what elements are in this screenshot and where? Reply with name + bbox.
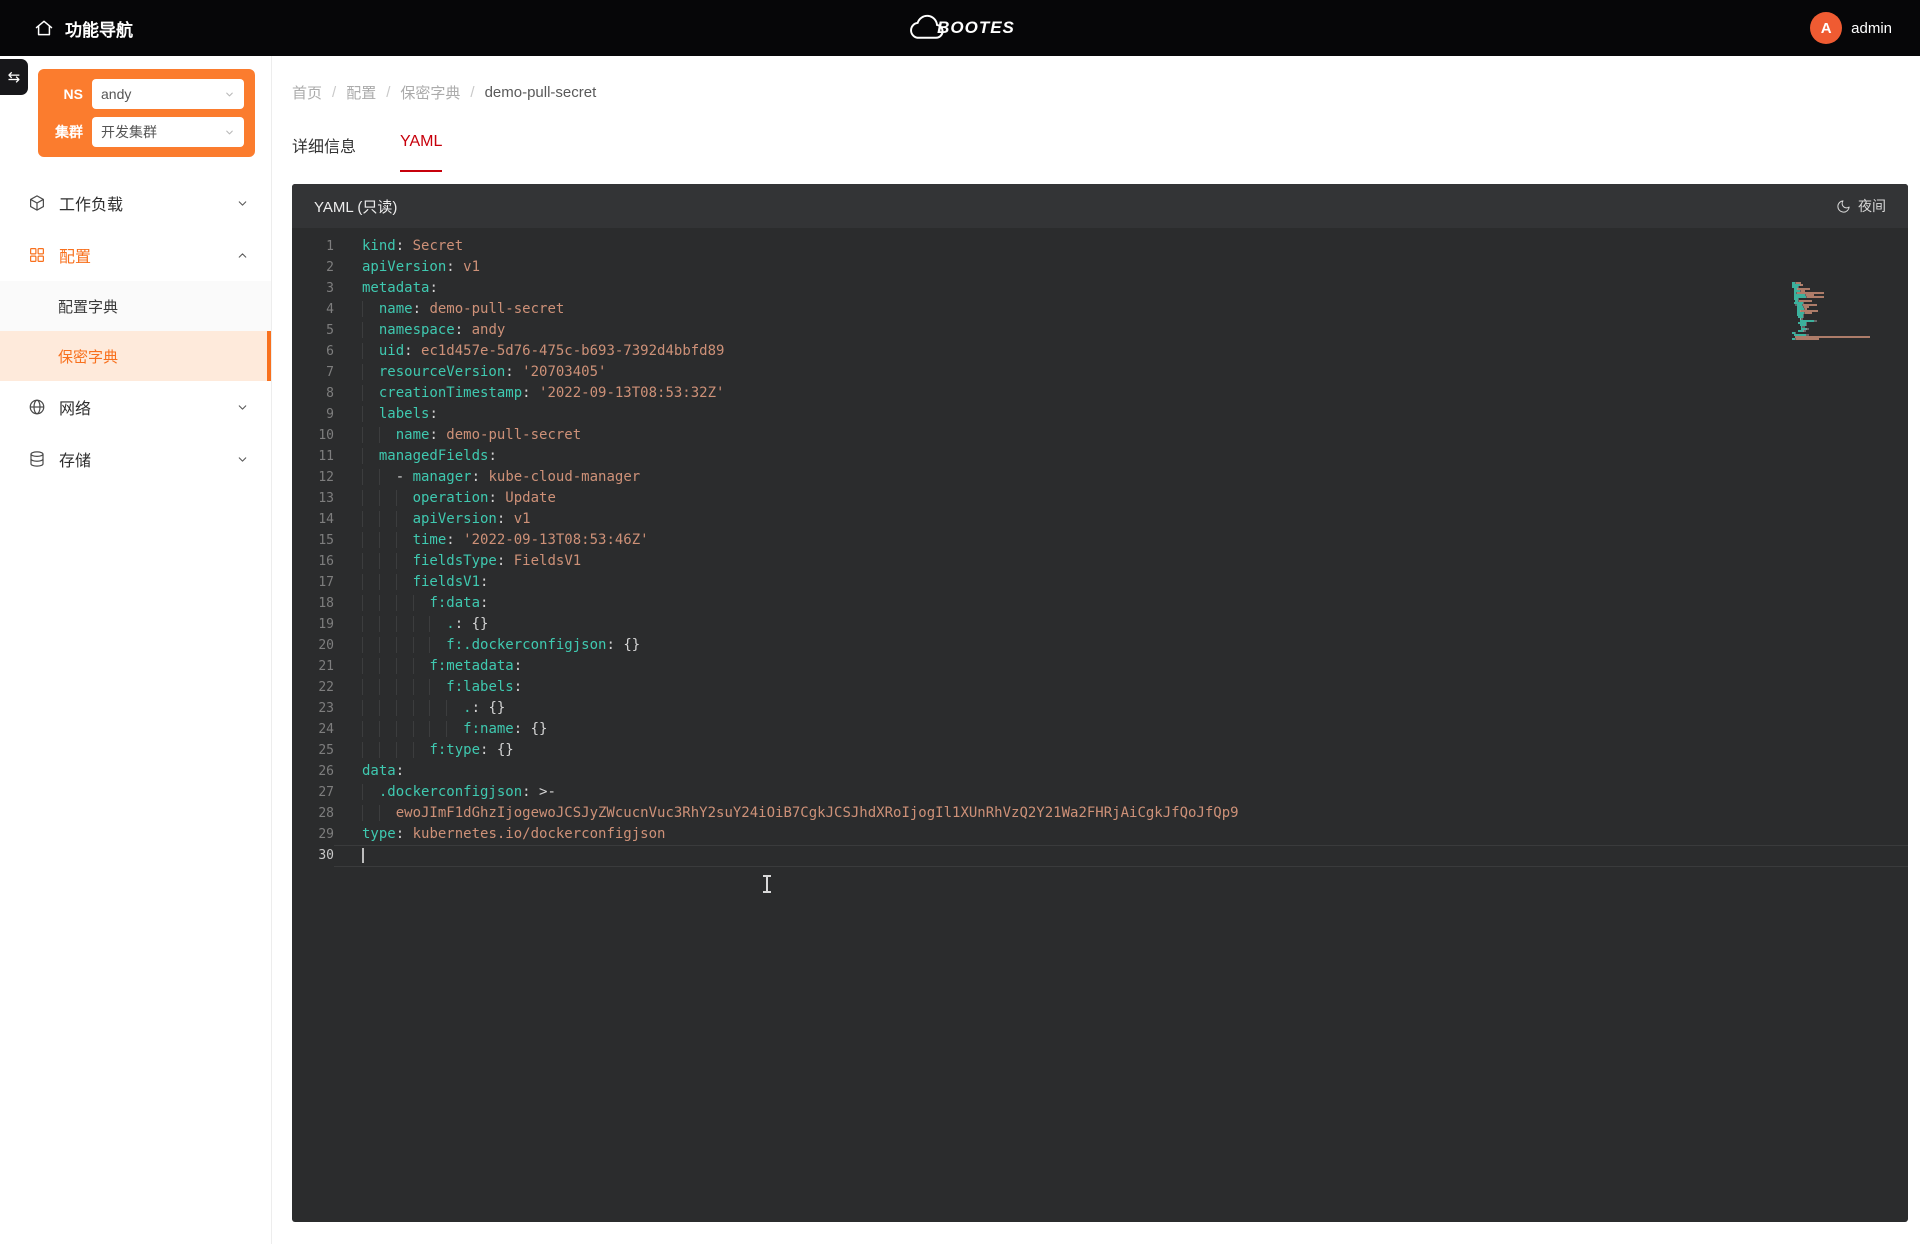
code-lines: 1kind: Secret2apiVersion: v13metadata:4 …: [292, 236, 1908, 867]
breadcrumb-separator: /: [386, 84, 390, 101]
workload-icon: [28, 194, 46, 212]
username: admin: [1851, 20, 1892, 37]
night-label: 夜间: [1858, 196, 1886, 216]
editor-title: YAML (只读): [314, 196, 397, 217]
tab-yaml[interactable]: YAML: [400, 133, 442, 172]
breadcrumb-config[interactable]: 配置: [346, 82, 376, 103]
submenu-label: 配置字典: [58, 296, 118, 317]
menu-label: 配置: [59, 243, 91, 267]
topbar: 功能导航 BOOTES A admin: [0, 0, 1920, 56]
sidebar-item-configmap[interactable]: 配置字典: [0, 281, 271, 331]
breadcrumb-current: demo-pull-secret: [485, 84, 597, 101]
storage-icon: [28, 450, 46, 468]
namespace-row: NS andy: [49, 79, 244, 109]
submenu-label: 保密字典: [58, 346, 118, 367]
breadcrumb: 首页 / 配置 / 保密字典 / demo-pull-secret: [292, 82, 1920, 103]
sidebar-item-workloads[interactable]: 工作负载: [0, 177, 271, 229]
namespace-label: NS: [49, 86, 83, 102]
breadcrumb-separator: /: [470, 84, 474, 101]
menu-label: 存储: [59, 447, 91, 471]
yaml-editor-panel: YAML (只读) 夜间 1kind: Secret2apiVersion: v…: [292, 184, 1908, 1222]
tabs: 详细信息 YAML: [292, 133, 1920, 172]
minimap[interactable]: [1792, 282, 1892, 342]
breadcrumb-separator: /: [332, 84, 336, 101]
brand-name: BOOTES: [937, 18, 1015, 38]
namespace-value: andy: [101, 86, 131, 102]
tab-details[interactable]: 详细信息: [292, 133, 356, 172]
network-icon: [28, 398, 46, 416]
editor-header: YAML (只读) 夜间: [292, 184, 1908, 228]
avatar-letter: A: [1821, 20, 1832, 37]
menu-label: 网络: [59, 395, 91, 419]
sidebar-menu: 工作负载 配置 配置字典 保密字典 网络: [0, 177, 271, 485]
code-editor[interactable]: 1kind: Secret2apiVersion: v13metadata:4 …: [292, 228, 1908, 1222]
chevron-down-icon: [224, 127, 235, 138]
sidebar-item-storage[interactable]: 存储: [0, 433, 271, 485]
chevron-down-icon: [236, 453, 249, 466]
breadcrumb-secret-dict[interactable]: 保密字典: [400, 82, 460, 103]
home-icon: [34, 18, 54, 38]
collapse-arrows-icon: ⇆: [8, 68, 21, 86]
chevron-up-icon: [236, 249, 249, 262]
cluster-row: 集群 开发集群: [49, 117, 244, 147]
sidebar-collapse-button[interactable]: ⇆: [0, 59, 28, 95]
nav-label: 功能导航: [65, 16, 133, 41]
moon-icon: [1836, 199, 1851, 214]
chevron-down-icon: [224, 89, 235, 100]
sidebar-item-config[interactable]: 配置: [0, 229, 271, 281]
nav-menu-button[interactable]: 功能导航: [0, 16, 133, 41]
brand-logo: BOOTES: [905, 13, 1015, 43]
cluster-value: 开发集群: [101, 122, 157, 142]
user-menu[interactable]: A admin: [1810, 12, 1920, 44]
main-content: 首页 / 配置 / 保密字典 / demo-pull-secret 详细信息 Y…: [272, 56, 1920, 1244]
chevron-down-icon: [236, 401, 249, 414]
avatar: A: [1810, 12, 1842, 44]
breadcrumb-home[interactable]: 首页: [292, 82, 322, 103]
sidebar-item-network[interactable]: 网络: [0, 381, 271, 433]
namespace-select[interactable]: andy: [92, 79, 244, 109]
cluster-label: 集群: [49, 122, 83, 142]
config-icon: [28, 246, 46, 264]
chevron-down-icon: [236, 197, 249, 210]
night-mode-toggle[interactable]: 夜间: [1836, 196, 1886, 216]
sidebar: NS andy 集群 开发集群 工作负载: [0, 56, 272, 1244]
menu-label: 工作负载: [59, 191, 123, 215]
sidebar-item-secret[interactable]: 保密字典: [0, 331, 271, 381]
context-selectors: NS andy 集群 开发集群: [38, 69, 255, 157]
cluster-select[interactable]: 开发集群: [92, 117, 244, 147]
